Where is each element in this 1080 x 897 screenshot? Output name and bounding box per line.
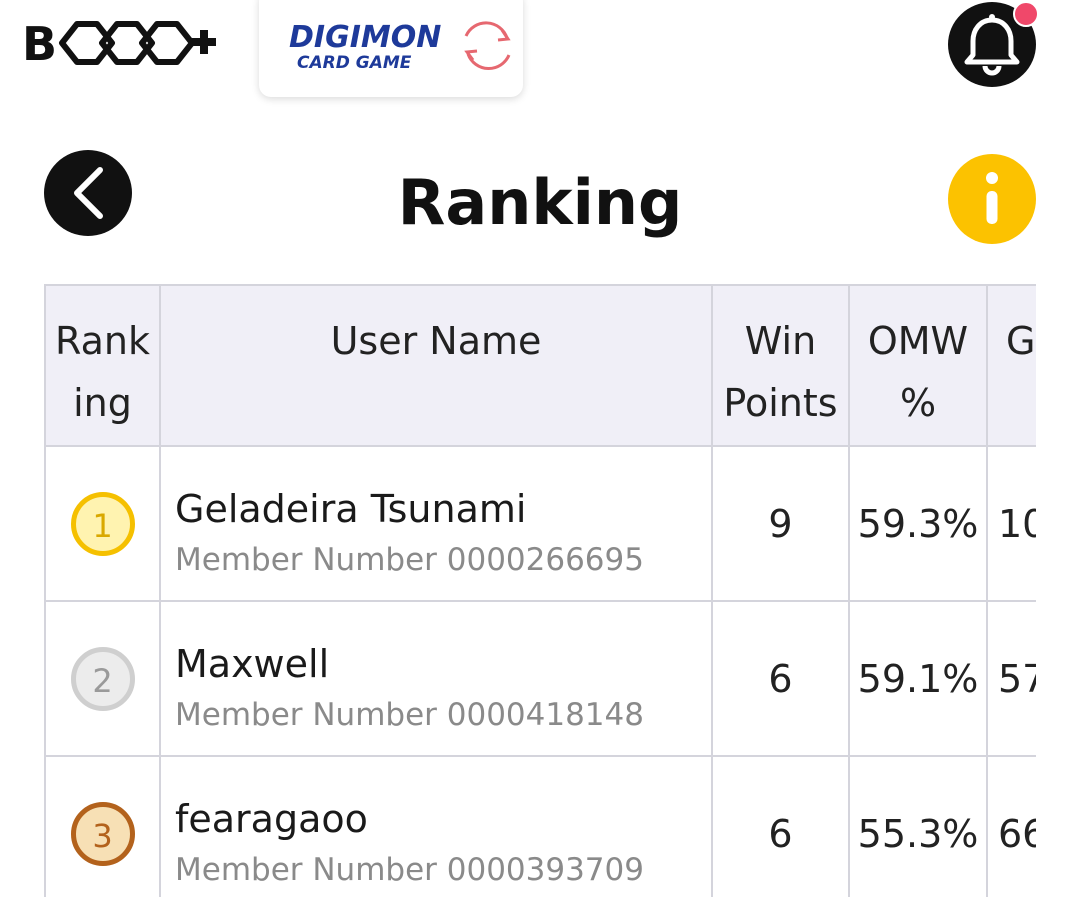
- info-icon: [986, 172, 998, 224]
- btcg-plus-logo: B: [22, 18, 216, 68]
- win-points-cell: 6: [711, 755, 850, 897]
- digimon-card-game-logo: DIGIMON CARD GAME: [289, 20, 511, 73]
- silver-medal-badge: 2: [70, 646, 135, 711]
- table-row[interactable]: 1 Geladeira Tsunami Member Number 000026…: [44, 445, 1036, 602]
- ranking-table-scroll[interactable]: Ranking User Name WinPoints OMW% GW 1 Ge…: [44, 284, 1036, 897]
- table-row[interactable]: 3 fearagaoo Member Number 0000393709 6 5…: [44, 755, 1036, 897]
- user-name: Maxwell: [175, 642, 330, 686]
- gold-medal-badge: 1: [70, 491, 135, 556]
- column-header-win-points: Win Points: [711, 284, 850, 447]
- column-header-gw: GW: [986, 284, 1036, 447]
- win-points-cell: 9: [711, 445, 850, 602]
- page-title: Ranking: [397, 166, 683, 239]
- user-cell: Geladeira Tsunami Member Number 00002666…: [159, 445, 713, 602]
- column-header-user-name: User Name: [159, 284, 713, 447]
- svg-text:B: B: [22, 18, 57, 68]
- switch-game-icon: [464, 21, 511, 71]
- member-number: Member Number 0000393709: [175, 852, 644, 888]
- rank-cell: 2: [44, 600, 161, 757]
- user-name: Geladeira Tsunami: [175, 487, 527, 531]
- column-header-omw: OMW%: [848, 284, 988, 447]
- logo-line1: DIGIMON: [289, 20, 441, 55]
- game-selector-card[interactable]: DIGIMON CARD GAME: [259, 0, 523, 97]
- user-cell: Maxwell Member Number 0000418148: [159, 600, 713, 757]
- bronze-medal-badge: 3: [70, 801, 135, 866]
- table-header-row: Ranking User Name WinPoints OMW% GW: [44, 284, 1036, 447]
- omw-cell: 59.1%: [848, 600, 988, 757]
- info-button[interactable]: [948, 154, 1036, 244]
- gw-cell: 57: [986, 600, 1036, 757]
- member-number: Member Number 0000418148: [175, 697, 644, 733]
- column-header-ranking: Rank ing: [44, 284, 161, 447]
- omw-cell: 59.3%: [848, 445, 988, 602]
- gw-cell: 100: [986, 445, 1036, 602]
- member-number: Member Number 0000266695: [175, 542, 644, 578]
- logo-line2: CARD GAME: [297, 53, 412, 73]
- notification-badge: [1013, 1, 1039, 27]
- user-name: fearagaoo: [175, 797, 368, 841]
- gw-cell: 66: [986, 755, 1036, 897]
- win-points-cell: 6: [711, 600, 850, 757]
- omw-cell: 55.3%: [848, 755, 988, 897]
- ranking-table: Ranking User Name WinPoints OMW% GW 1 Ge…: [44, 284, 1036, 897]
- user-cell: fearagaoo Member Number 0000393709: [159, 755, 713, 897]
- table-row[interactable]: 2 Maxwell Member Number 0000418148 6 59.…: [44, 600, 1036, 757]
- rank-cell: 1: [44, 445, 161, 602]
- rank-cell: 3: [44, 755, 161, 897]
